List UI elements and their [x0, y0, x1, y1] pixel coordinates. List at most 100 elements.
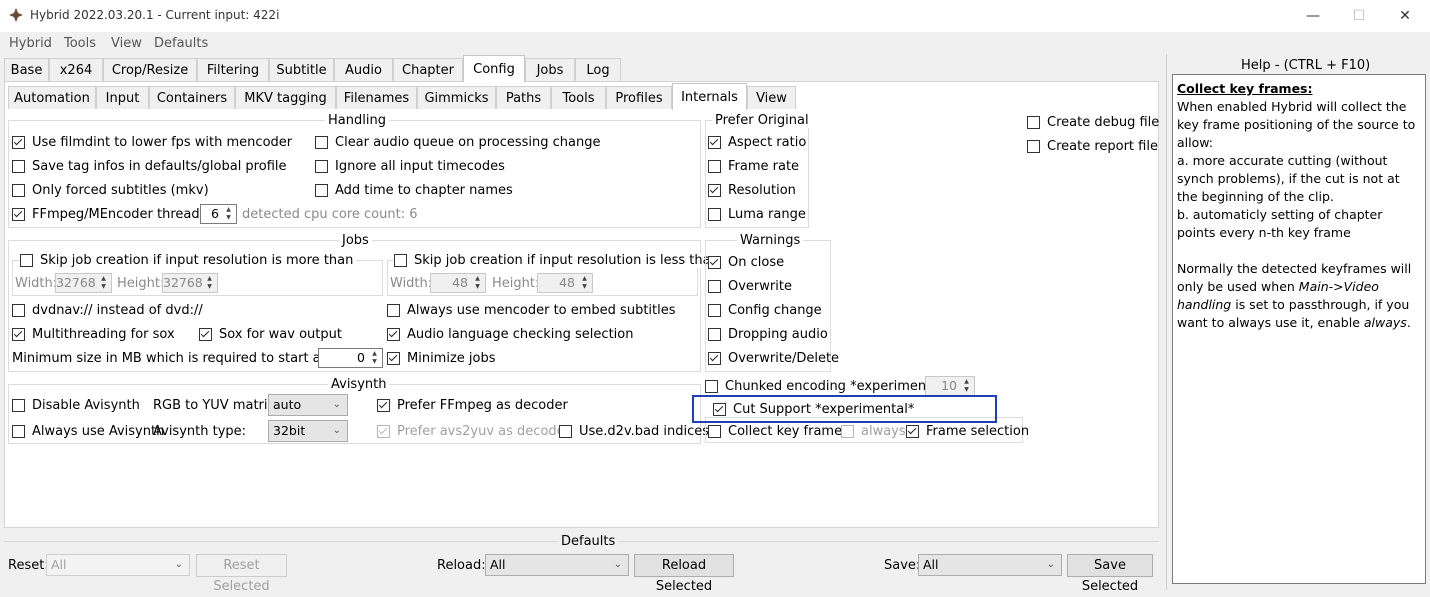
less-height-spinbox[interactable]: 48 ▲ ▼	[537, 273, 593, 293]
tab-tools[interactable]: Tools	[551, 86, 606, 109]
checkbox-box[interactable]	[12, 399, 25, 412]
clear-audio-queue-checkbox[interactable]: Clear audio queue on processing change	[315, 135, 601, 150]
tab-filenames[interactable]: Filenames	[336, 86, 417, 109]
menu-defaults[interactable]: Defaults	[154, 36, 208, 51]
threads-spinbox[interactable]: 6 ▲ ▼	[200, 204, 237, 224]
checkbox-box[interactable]	[315, 136, 328, 149]
tab-profiles[interactable]: Profiles	[606, 86, 672, 109]
checkbox-box[interactable]	[394, 254, 407, 267]
forced-subtitles-checkbox[interactable]: Only forced subtitles (mkv)	[12, 183, 209, 198]
tab-log[interactable]: Log	[575, 58, 621, 81]
threads-checkbox[interactable]: FFmpeg/MEncoder threads:	[12, 207, 211, 222]
tab-chapter[interactable]: Chapter	[393, 58, 463, 81]
spin-arrows-icon[interactable]: ▲ ▼	[203, 275, 216, 291]
reload-selected-button[interactable]: Reload Selected	[634, 554, 734, 594]
checkbox-box[interactable]	[708, 160, 721, 173]
minimize-button[interactable]: —	[1290, 0, 1336, 32]
tab-view[interactable]: View	[747, 86, 796, 109]
frame-selection-checkbox[interactable]: Frame selection	[906, 424, 1029, 439]
tab-audio[interactable]: Audio	[334, 58, 393, 81]
checkbox-box[interactable]	[708, 280, 721, 293]
checkbox-box[interactable]	[387, 304, 400, 317]
chunked-encoding-spinbox[interactable]: 10 ▲ ▼	[925, 376, 975, 396]
tab-base[interactable]: Base	[4, 58, 49, 81]
always-avisynth-checkbox[interactable]: Always use Avisynth	[12, 424, 164, 439]
prefer-ffmpeg-checkbox[interactable]: Prefer FFmpeg as decoder	[377, 398, 568, 413]
checkbox-box[interactable]	[1027, 116, 1040, 129]
warn-dropping-audio-checkbox[interactable]: Dropping audio	[708, 327, 828, 342]
checkbox-box[interactable]	[708, 328, 721, 341]
audio-language-checkbox[interactable]: Audio language checking selection	[387, 327, 633, 342]
checkbox-box[interactable]	[12, 136, 25, 149]
save-select[interactable]: All ⌄	[918, 554, 1062, 576]
rgb-matrix-select[interactable]: auto ⌄	[268, 394, 348, 416]
skip-more-checkbox[interactable]: Skip job creation if input resolution is…	[20, 253, 357, 268]
checkbox-box[interactable]	[199, 328, 212, 341]
checkbox-box[interactable]	[708, 425, 721, 438]
warn-overwrite-checkbox[interactable]: Overwrite	[708, 279, 792, 294]
collect-key-frames-checkbox[interactable]: Collect key frames	[708, 424, 849, 439]
always-mencoder-checkbox[interactable]: Always use mencoder to embed subtitles	[387, 303, 676, 318]
tab-config[interactable]: Config	[463, 55, 525, 82]
checkbox-box[interactable]	[708, 136, 721, 149]
checkbox-box[interactable]	[708, 256, 721, 269]
spin-arrows-icon[interactable]: ▲ ▼	[471, 275, 484, 291]
tab-paths[interactable]: Paths	[496, 86, 551, 109]
filmdint-checkbox[interactable]: Use filmdint to lower fps with mencoder	[12, 135, 292, 150]
spin-arrows-icon[interactable]: ▲ ▼	[222, 206, 235, 222]
skip-less-checkbox[interactable]: Skip job creation if input resolution is…	[394, 253, 722, 268]
checkbox-box[interactable]	[387, 328, 400, 341]
spin-arrows-icon[interactable]: ▲ ▼	[578, 275, 591, 291]
checkbox-box[interactable]	[315, 160, 328, 173]
tab-containers[interactable]: Containers	[149, 86, 235, 109]
tab-gimmicks[interactable]: Gimmicks	[417, 86, 496, 109]
checkbox-box[interactable]	[708, 184, 721, 197]
reload-select[interactable]: All ⌄	[485, 554, 629, 576]
checkbox-box[interactable]	[708, 352, 721, 365]
help-splitter[interactable]	[1166, 54, 1167, 590]
ignore-timecodes-checkbox[interactable]: Ignore all input timecodes	[315, 159, 505, 174]
spin-arrows-icon[interactable]: ▲ ▼	[97, 275, 110, 291]
dvdnav-checkbox[interactable]: dvdnav:// instead of dvd://	[12, 303, 203, 318]
checkbox-box[interactable]	[12, 304, 25, 317]
checkbox-box[interactable]	[377, 425, 390, 438]
d2v-bad-indices-checkbox[interactable]: Use.d2v.bad indices	[559, 424, 709, 439]
prefer-frame-rate-checkbox[interactable]: Frame rate	[708, 159, 799, 174]
reset-select[interactable]: All ⌄	[46, 554, 190, 576]
checkbox-box[interactable]	[12, 328, 25, 341]
tab-input[interactable]: Input	[96, 86, 149, 109]
checkbox-box[interactable]	[708, 304, 721, 317]
tab-crop-resize[interactable]: Crop/Resize	[103, 58, 197, 81]
checkbox-box[interactable]	[12, 160, 25, 173]
warn-on-close-checkbox[interactable]: On close	[708, 255, 784, 270]
prefer-luma-range-checkbox[interactable]: Luma range	[708, 207, 806, 222]
tab-internals[interactable]: Internals	[672, 83, 747, 110]
add-time-chapter-checkbox[interactable]: Add time to chapter names	[315, 183, 513, 198]
create-report-file-checkbox[interactable]: Create report file	[1027, 139, 1158, 154]
less-width-spinbox[interactable]: 48 ▲ ▼	[430, 273, 486, 293]
checkbox-box[interactable]	[12, 425, 25, 438]
create-debug-file-checkbox[interactable]: Create debug file	[1027, 115, 1159, 130]
tab-x264[interactable]: x264	[49, 58, 103, 81]
reset-selected-button[interactable]: Reset Selected	[196, 554, 287, 594]
spin-arrows-icon[interactable]: ▲ ▼	[368, 350, 381, 366]
spin-arrows-icon[interactable]: ▲ ▼	[960, 378, 973, 394]
disable-avisynth-checkbox[interactable]: Disable Avisynth	[12, 398, 140, 413]
close-button[interactable]: ✕	[1382, 0, 1428, 32]
checkbox-box[interactable]	[315, 184, 328, 197]
multithreading-sox-checkbox[interactable]: Multithreading for sox	[12, 327, 175, 342]
checkbox-box[interactable]	[705, 380, 718, 393]
checkbox-box[interactable]	[387, 352, 400, 365]
save-selected-button[interactable]: Save Selected	[1067, 554, 1153, 594]
menu-tools[interactable]: Tools	[64, 36, 96, 51]
avisynth-type-select[interactable]: 32bit ⌄	[268, 420, 348, 442]
checkbox-box[interactable]	[377, 399, 390, 412]
prefer-avs2yuv-checkbox[interactable]: Prefer avs2yuv as decoder	[377, 424, 570, 439]
checkbox-box[interactable]	[20, 254, 33, 267]
prefer-resolution-checkbox[interactable]: Resolution	[708, 183, 796, 198]
tab-mkv-tagging[interactable]: MKV tagging	[235, 86, 336, 109]
tab-filtering[interactable]: Filtering	[197, 58, 269, 81]
warn-overwrite-delete-checkbox[interactable]: Overwrite/Delete	[708, 351, 839, 366]
checkbox-box[interactable]	[1027, 140, 1040, 153]
more-width-spinbox[interactable]: 32768 ▲ ▼	[55, 273, 112, 293]
